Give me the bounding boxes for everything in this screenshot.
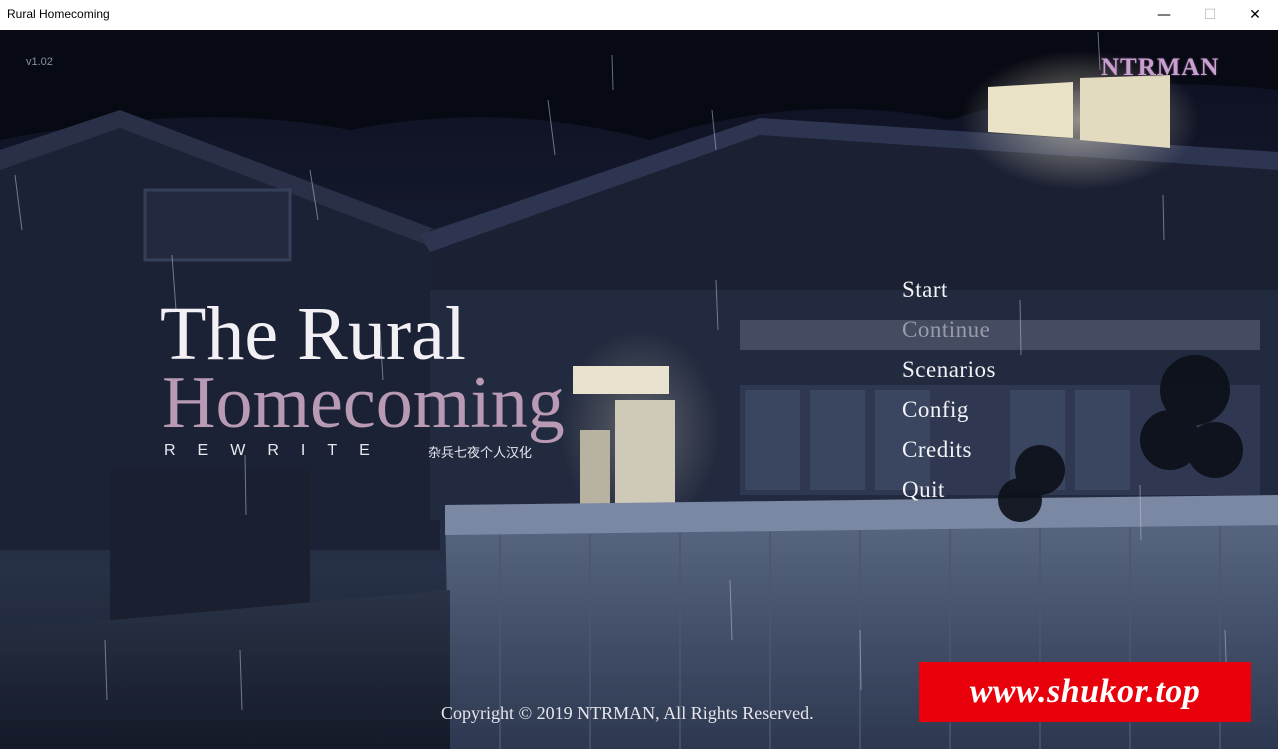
menu-config[interactable]: Config xyxy=(902,396,996,436)
title-screen: v1.02 NTRMAN The Rural Homecoming REWRIT… xyxy=(0,30,1278,749)
copyright-text: Copyright © 2019 NTRMAN, All Rights Rese… xyxy=(441,703,814,723)
maximize-button[interactable]: ☐ xyxy=(1187,0,1233,30)
watermark-banner: www.shukor.top xyxy=(919,662,1251,722)
close-button[interactable]: ✕ xyxy=(1232,0,1278,30)
game-title-line2: Homecoming xyxy=(162,362,565,444)
version-label: v1.02 xyxy=(26,56,53,68)
menu-scenarios[interactable]: Scenarios xyxy=(902,356,996,396)
menu-continue[interactable]: Continue xyxy=(902,316,996,356)
window-titlebar: Rural Homecoming — ☐ ✕ xyxy=(0,0,1278,30)
window-title: Rural Homecoming xyxy=(7,7,110,21)
minimize-button[interactable]: — xyxy=(1141,0,1187,30)
watermark-text: www.shukor.top xyxy=(969,673,1201,710)
game-title-line1: The Rural xyxy=(160,292,467,376)
menu-start[interactable]: Start xyxy=(902,276,996,316)
main-menu: Start Continue Scenarios Config Credits … xyxy=(902,276,996,516)
brand-logo: NTRMAN xyxy=(1101,54,1220,81)
rewrite-label: REWRITE xyxy=(164,442,392,459)
menu-credits[interactable]: Credits xyxy=(902,436,996,476)
translator-credit: 杂兵七夜个人汉化 xyxy=(428,446,533,461)
menu-quit[interactable]: Quit xyxy=(902,476,996,516)
